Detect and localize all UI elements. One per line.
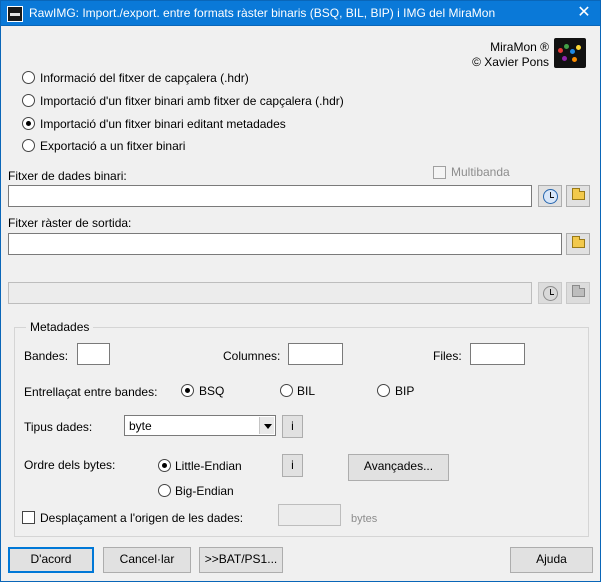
multiband-label: Multibanda (451, 165, 510, 179)
columns-input[interactable] (288, 343, 343, 365)
byte-order-label: Ordre dels bytes: (24, 458, 116, 472)
window-title: RawIMG: Import./export. entre formats rà… (29, 6, 496, 20)
clock-icon (543, 189, 558, 204)
help-button[interactable]: Ajuda (510, 547, 593, 573)
multiband-checkbox[interactable] (433, 166, 446, 179)
interleave-bil-label[interactable]: BIL (297, 384, 315, 398)
option-export-binary-label[interactable]: Exportació a un fitxer binari (40, 139, 185, 153)
offset-checkbox[interactable] (22, 511, 35, 524)
chevron-down-icon[interactable] (259, 417, 274, 434)
data-type-label: Tipus dades: (24, 420, 93, 434)
title-bar: RawIMG: Import./export. entre formats rà… (0, 0, 601, 26)
ok-button[interactable]: D'acord (8, 547, 94, 573)
data-type-info-button[interactable]: i (282, 415, 303, 438)
bands-label: Bandes: (24, 349, 69, 363)
brand-copyright: © Xavier Pons (472, 55, 549, 69)
metadata-group-title: Metadades (26, 320, 94, 334)
data-type-value: byte (129, 419, 152, 433)
offset-input (278, 504, 341, 526)
interleave-bil-radio[interactable] (280, 384, 293, 397)
bat-ps1-button[interactable]: >>BAT/PS1... (199, 547, 283, 573)
folder-icon (572, 285, 585, 297)
close-button[interactable]: ✕ (569, 2, 599, 24)
folder-icon (572, 236, 585, 248)
disabled-browse-button (566, 282, 590, 304)
little-endian-radio[interactable] (158, 459, 171, 472)
byte-order-info-button[interactable]: i (282, 454, 303, 477)
interleave-label: Entrellaçat entre bandes: (24, 385, 158, 399)
miramon-logo (554, 38, 586, 68)
folder-icon (572, 188, 585, 200)
option-import-header-label[interactable]: Importació d'un fitxer binari amb fitxer… (40, 94, 344, 108)
data-type-select[interactable]: byte (124, 415, 276, 436)
option-export-binary-radio[interactable] (22, 139, 35, 152)
brand-text: MiraMon ® © Xavier Pons (472, 40, 549, 70)
columns-label: Columnes: (223, 349, 281, 363)
cancel-button[interactable]: Cancel·lar (103, 547, 191, 573)
advanced-button[interactable]: Avançades... (348, 454, 449, 481)
option-import-edit-metadata-label[interactable]: Importació d'un fitxer binari editant me… (40, 117, 286, 131)
metadata-browse-button[interactable] (538, 185, 562, 207)
big-endian-label[interactable]: Big-Endian (175, 484, 234, 498)
disabled-metadata-button (538, 282, 562, 304)
interleave-bip-radio[interactable] (377, 384, 390, 397)
bands-input[interactable] (77, 343, 110, 365)
offset-label[interactable]: Desplaçament a l'origen de les dades: (40, 511, 243, 525)
brand-name: MiraMon ® (490, 40, 549, 54)
rows-label: Files: (433, 349, 462, 363)
output-file-label: Fitxer ràster de sortida: (8, 216, 132, 230)
interleave-bip-label[interactable]: BIP (395, 384, 414, 398)
clock-icon (543, 286, 558, 301)
option-import-header-radio[interactable] (22, 94, 35, 107)
binary-file-label: Fitxer de dades binari: (8, 169, 127, 183)
big-endian-radio[interactable] (158, 484, 171, 497)
output-file-browse-button[interactable] (566, 233, 590, 255)
output-file-input[interactable] (8, 233, 562, 255)
option-import-edit-metadata-radio[interactable] (22, 117, 35, 130)
offset-unit: bytes (351, 513, 378, 525)
rows-input[interactable] (470, 343, 525, 365)
app-icon (7, 6, 23, 22)
interleave-bsq-radio[interactable] (181, 384, 194, 397)
option-header-info-radio[interactable] (22, 71, 35, 84)
little-endian-label[interactable]: Little-Endian (175, 459, 242, 473)
binary-file-input[interactable] (8, 185, 532, 207)
disabled-file-input (8, 282, 532, 304)
interleave-bsq-label[interactable]: BSQ (199, 384, 224, 398)
option-header-info-label[interactable]: Informació del fitxer de capçalera (.hdr… (40, 71, 249, 85)
binary-file-browse-button[interactable] (566, 185, 590, 207)
